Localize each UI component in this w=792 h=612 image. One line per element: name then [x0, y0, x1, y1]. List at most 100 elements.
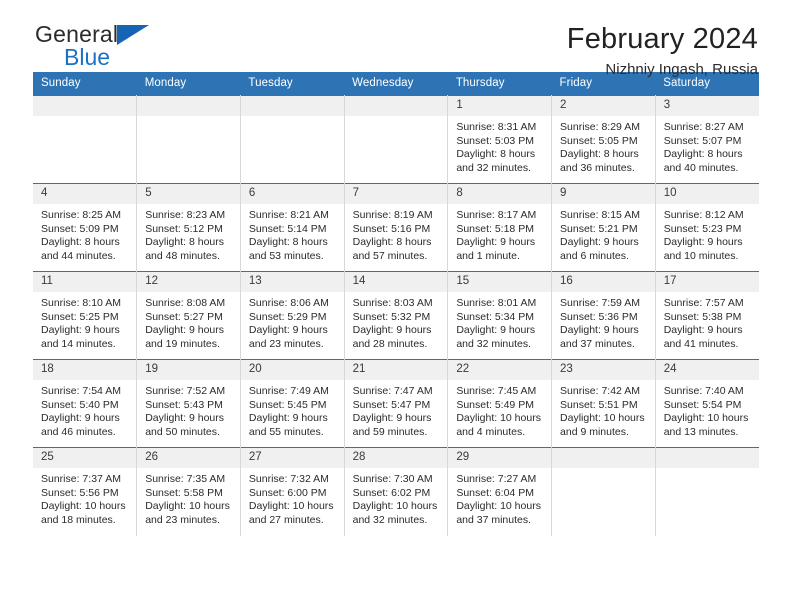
page-header: General Blue February 2024 Nizhniy Ingas… [33, 0, 759, 78]
calendar-day-cell[interactable]: 23 Sunrise: 7:42 AM Sunset: 5:51 PM Dayligh… [551, 359, 656, 448]
calendar-week-row: 18 Sunrise: 7:54 AM Sunset: 5:40 PM Dayligh… [33, 359, 759, 448]
sunset-text: Sunset: 5:49 PM [456, 398, 534, 411]
calendar-day-cell[interactable]: 3 Sunrise: 8:27 AM Sunset: 5:07 PM Daylight… [655, 95, 759, 184]
daylight-text-line2: and 32 minutes. [456, 337, 532, 350]
calendar-day-cell[interactable]: 2 Sunrise: 8:29 AM Sunset: 5:05 PM Daylight… [551, 95, 656, 184]
sunset-text: Sunset: 5:54 PM [663, 398, 742, 411]
day-number: 22 [448, 360, 552, 380]
calendar-day-cell[interactable]: 9 Sunrise: 8:15 AM Sunset: 5:21 PM Daylight… [551, 183, 656, 272]
sunrise-text: Sunrise: 7:35 AM [145, 473, 226, 485]
calendar-day-cell[interactable]: 8 Sunrise: 8:17 AM Sunset: 5:18 PM Daylight… [447, 183, 553, 272]
daylight-text-line1: Daylight: 8 hours [145, 236, 224, 249]
calendar-day-cell[interactable]: 26 Sunrise: 7:35 AM Sunset: 5:58 PM Dayligh… [136, 447, 241, 536]
calendar-day-cell[interactable]: 29 Sunrise: 7:27 AM Sunset: 6:04 PM Dayligh… [447, 447, 553, 536]
title-block: February 2024 Nizhniy Ingash, Russia [567, 22, 759, 81]
sunrise-text: Sunrise: 7:32 AM [248, 473, 329, 485]
calendar-day-cell[interactable]: 10 Sunrise: 8:12 AM Sunset: 5:23 PM Dayligh… [655, 183, 759, 272]
sunrise-text: Sunrise: 7:52 AM [145, 385, 226, 397]
daylight-text-line2: and 14 minutes. [41, 337, 116, 350]
sunset-text: Sunset: 5:07 PM [663, 134, 742, 147]
calendar-day-cell[interactable]: 19 Sunrise: 7:52 AM Sunset: 5:43 PM Dayligh… [136, 359, 241, 448]
day-number: 11 [33, 272, 137, 292]
daylight-text-line2: and 36 minutes. [560, 161, 635, 174]
calendar-week-row: 25 Sunrise: 7:37 AM Sunset: 5:56 PM Dayligh… [33, 447, 759, 536]
calendar-day-cell[interactable]: 27 Sunrise: 7:32 AM Sunset: 6:00 PM Dayligh… [240, 447, 345, 536]
day-details: Sunrise: 8:23 AM Sunset: 5:12 PM Daylight:… [137, 204, 240, 263]
calendar-day-cell[interactable]: 22 Sunrise: 7:45 AM Sunset: 5:49 PM Dayligh… [447, 359, 553, 448]
daylight-text-line2: and 4 minutes. [456, 425, 526, 438]
calendar-day-cell[interactable]: 12 Sunrise: 8:08 AM Sunset: 5:27 PM Dayligh… [136, 271, 241, 360]
daylight-text-line2: and 41 minutes. [663, 337, 739, 350]
daylight-text-line2: and 18 minutes. [41, 513, 116, 526]
sunset-text: Sunset: 5:23 PM [663, 222, 742, 235]
sunrise-text: Sunrise: 7:59 AM [560, 297, 640, 309]
calendar-week-row: 4 Sunrise: 8:25 AM Sunset: 5:09 PM Daylight… [33, 183, 759, 272]
sunset-text: Sunset: 5:47 PM [352, 398, 431, 411]
daylight-text-line1: Daylight: 8 hours [560, 148, 639, 161]
calendar-day-cell[interactable]: 14 Sunrise: 8:03 AM Sunset: 5:32 PM Dayligh… [344, 271, 449, 360]
day-details: Sunrise: 8:15 AM Sunset: 5:21 PM Daylight:… [552, 204, 655, 263]
day-details: Sunrise: 7:27 AM Sunset: 6:04 PM Daylight:… [448, 468, 551, 527]
daylight-text-line1: Daylight: 10 hours [352, 500, 438, 513]
weekday-header-thursday: Thursday [447, 72, 552, 96]
calendar-day-cell[interactable]: 28 Sunrise: 7:30 AM Sunset: 6:02 PM Dayligh… [344, 447, 449, 536]
day-number: 17 [655, 272, 759, 292]
daylight-text-line2: and 6 minutes. [560, 249, 629, 262]
day-number: 13 [240, 272, 344, 292]
calendar-day-cell[interactable]: 18 Sunrise: 7:54 AM Sunset: 5:40 PM Dayligh… [33, 359, 138, 448]
daylight-text-line2: and 46 minutes. [41, 425, 116, 438]
sunrise-text: Sunrise: 8:12 AM [663, 209, 744, 221]
sunset-text: Sunset: 5:14 PM [248, 222, 327, 235]
sunrise-text: Sunrise: 8:21 AM [248, 209, 329, 221]
daylight-text-line2: and 32 minutes. [352, 513, 428, 526]
calendar-day-cell[interactable]: 24 Sunrise: 7:40 AM Sunset: 5:54 PM Dayligh… [655, 359, 759, 448]
calendar-day-cell[interactable]: 16 Sunrise: 7:59 AM Sunset: 5:36 PM Dayligh… [551, 271, 656, 360]
daylight-text-line2: and 57 minutes. [352, 249, 428, 262]
daylight-text-line1: Daylight: 10 hours [456, 500, 541, 513]
calendar-day-cell[interactable]: 4 Sunrise: 8:25 AM Sunset: 5:09 PM Daylight… [33, 183, 138, 272]
day-number: 16 [552, 272, 655, 292]
day-details: Sunrise: 8:01 AM Sunset: 5:34 PM Daylight:… [448, 292, 551, 351]
calendar-day-cell[interactable]: 13 Sunrise: 8:06 AM Sunset: 5:29 PM Dayligh… [240, 271, 345, 360]
day-details: Sunrise: 7:45 AM Sunset: 5:49 PM Daylight:… [448, 380, 551, 439]
calendar-day-cell[interactable]: 15 Sunrise: 8:01 AM Sunset: 5:34 PM Dayligh… [447, 271, 553, 360]
calendar-day-cell[interactable]: 17 Sunrise: 7:57 AM Sunset: 5:38 PM Dayligh… [655, 271, 759, 360]
weekday-header-tuesday: Tuesday [240, 72, 345, 96]
calendar-day-cell[interactable]: 5 Sunrise: 8:23 AM Sunset: 5:12 PM Daylight… [136, 183, 241, 272]
daylight-text-line1: Daylight: 9 hours [560, 236, 639, 249]
sunrise-text: Sunrise: 7:42 AM [560, 385, 640, 397]
calendar-week-row: 11 Sunrise: 8:10 AM Sunset: 5:25 PM Dayligh… [33, 271, 759, 360]
weekday-header-wednesday: Wednesday [344, 72, 448, 96]
general-blue-logo[interactable]: General Blue [33, 22, 165, 69]
sunset-text: Sunset: 5:05 PM [560, 134, 638, 147]
calendar-day-cell[interactable]: 21 Sunrise: 7:47 AM Sunset: 5:47 PM Dayligh… [344, 359, 449, 448]
sunset-text: Sunset: 5:43 PM [145, 398, 223, 411]
sunrise-text: Sunrise: 8:17 AM [456, 209, 537, 221]
calendar-day-cell[interactable]: 6 Sunrise: 8:21 AM Sunset: 5:14 PM Daylight… [240, 183, 345, 272]
calendar-day-cell-empty [551, 447, 656, 536]
daylight-text-line1: Daylight: 9 hours [248, 412, 328, 425]
calendar-day-cell[interactable]: 25 Sunrise: 7:37 AM Sunset: 5:56 PM Dayligh… [33, 447, 138, 536]
day-number: 27 [240, 448, 344, 468]
day-number: 5 [137, 184, 240, 204]
sunrise-text: Sunrise: 7:45 AM [456, 385, 537, 397]
calendar-day-cell[interactable]: 1 Sunrise: 8:31 AM Sunset: 5:03 PM Daylight… [447, 95, 553, 184]
sunrise-text: Sunrise: 8:29 AM [560, 121, 640, 133]
daylight-text-line2: and 23 minutes. [145, 513, 220, 526]
calendar-day-cell[interactable]: 20 Sunrise: 7:49 AM Sunset: 5:45 PM Dayligh… [240, 359, 345, 448]
calendar-day-cell[interactable]: 7 Sunrise: 8:19 AM Sunset: 5:16 PM Daylight… [344, 183, 449, 272]
sunset-text: Sunset: 5:25 PM [41, 310, 119, 323]
day-number: 28 [344, 448, 448, 468]
daylight-text-line2: and 37 minutes. [456, 513, 532, 526]
daylight-text-line1: Daylight: 9 hours [145, 324, 224, 337]
day-number-band [240, 96, 344, 116]
daylight-text-line1: Daylight: 9 hours [41, 324, 120, 337]
daylight-text-line1: Daylight: 9 hours [456, 324, 536, 337]
sunset-text: Sunset: 5:09 PM [41, 222, 119, 235]
day-number-band [137, 96, 240, 116]
calendar-page: General Blue February 2024 Nizhniy Ingas… [0, 0, 792, 612]
calendar-day-cell[interactable]: 11 Sunrise: 8:10 AM Sunset: 5:25 PM Dayligh… [33, 271, 138, 360]
day-number: 7 [344, 184, 448, 204]
day-number: 6 [240, 184, 344, 204]
daylight-text-line2: and 13 minutes. [663, 425, 739, 438]
